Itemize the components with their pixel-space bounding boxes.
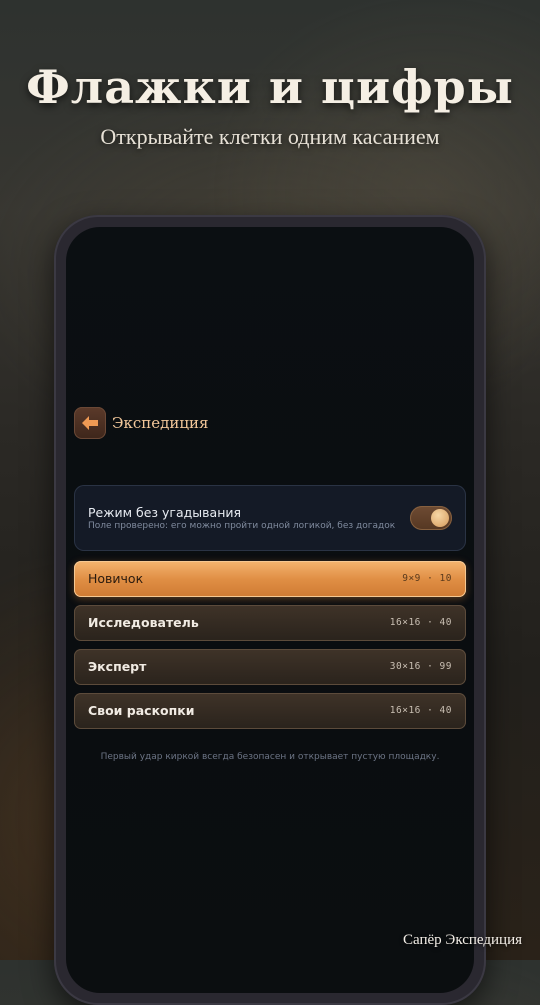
level-beginner[interactable]: Новичок 9×9 · 10 [74,561,466,597]
level-custom[interactable]: Свои раскопки 16×16 · 40 [74,693,466,729]
promo-headline: Флажки и цифры [26,60,514,114]
level-name: Новичок [88,571,144,586]
level-spec: 9×9 · 10 [402,573,452,584]
no-guess-card[interactable]: Режим без угадывания Поле проверено: его… [74,485,466,551]
no-guess-title: Режим без угадывания [88,505,242,520]
level-expert[interactable]: Эксперт 30×16 · 99 [74,649,466,685]
level-explorer[interactable]: Исследователь 16×16 · 40 [74,605,466,641]
arrow-left-icon [82,416,98,430]
level-spec: 16×16 · 40 [389,617,452,628]
brand-caption: Сапёр Экспедиция [403,932,522,948]
safe-first-dig-note: Первый удар киркой всегда безопасен и от… [100,752,440,762]
promo-subheadline: Открывайте клетки одним касанием [100,124,440,149]
level-name: Эксперт [88,659,147,674]
level-name: Свои раскопки [88,703,195,718]
level-spec: 16×16 · 40 [389,705,452,716]
phone-frame: Экспедиция Режим без угадывания Поле про… [54,215,486,1005]
top-bar: Экспедиция [74,407,208,439]
app-screen: Экспедиция Режим без угадывания Поле про… [66,227,474,993]
level-name: Исследователь [88,615,199,630]
no-guess-toggle[interactable] [410,506,452,530]
back-button[interactable] [74,407,106,439]
screen-title: Экспедиция [112,414,209,432]
toggle-knob [431,509,449,527]
no-guess-description: Поле проверено: его можно пройти одной л… [88,521,396,531]
level-spec: 30×16 · 99 [389,661,452,672]
